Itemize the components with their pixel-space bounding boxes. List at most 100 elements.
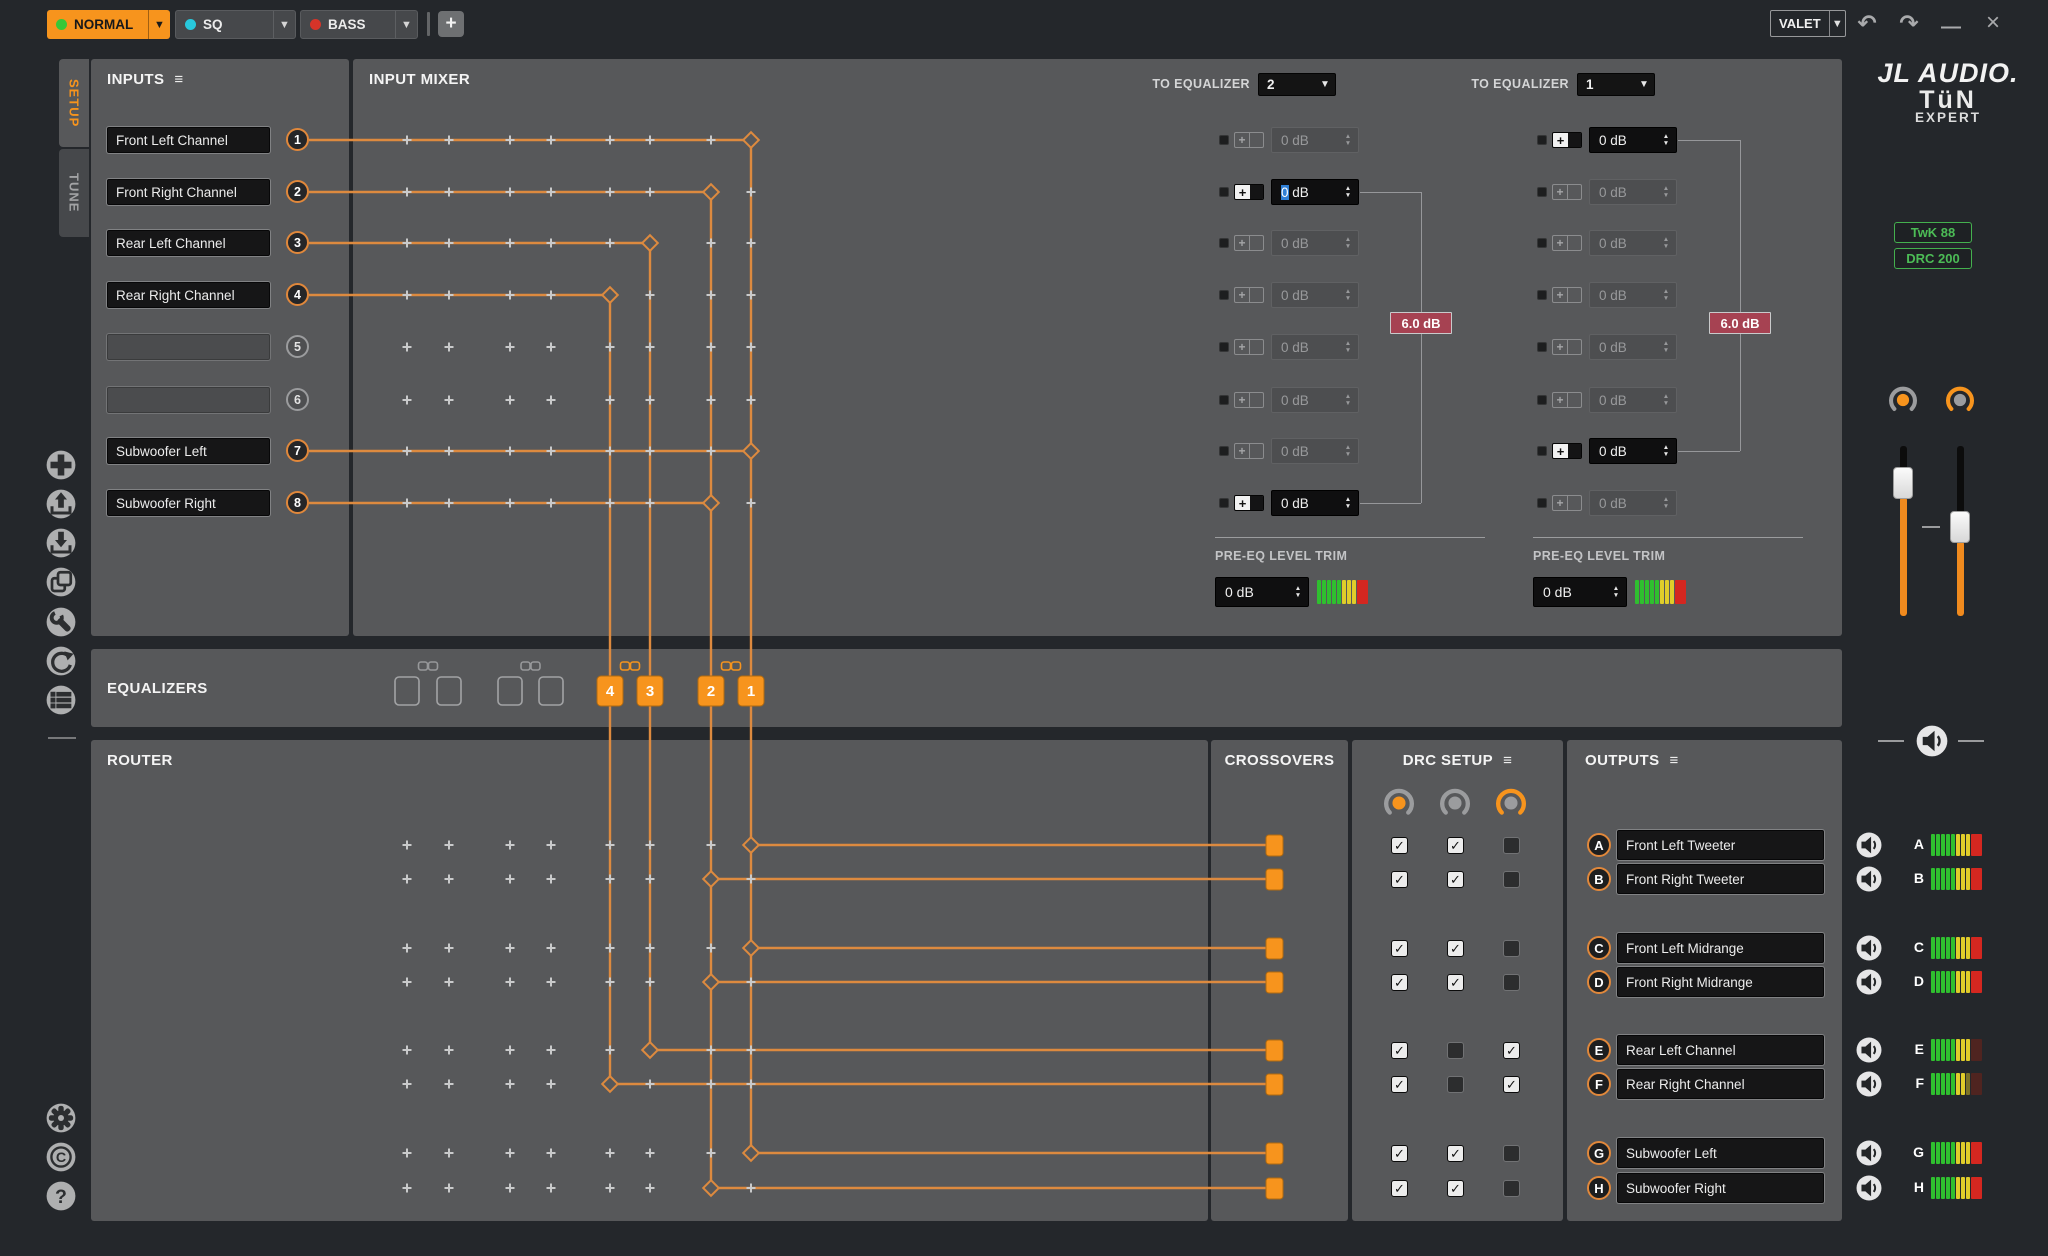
mixer-gain-spinner[interactable]: 0 dB ▲ ▼	[1271, 127, 1359, 153]
sum-gain-badge[interactable]: 6.0 dB	[1390, 312, 1452, 334]
mixer-gain-spinner[interactable]: 0 dB ▲ ▼	[1589, 179, 1677, 205]
output-letter-badge[interactable]: A	[1587, 833, 1611, 857]
mixer-mute-box[interactable]	[1219, 238, 1229, 248]
spinner-arrows-icon[interactable]: ▲ ▼	[1656, 236, 1676, 250]
mixer-gain-spinner[interactable]: 0 dB ▲ ▼	[1589, 438, 1677, 464]
input-name-field[interactable]: Rear Left Channel	[107, 230, 270, 256]
spinner-arrows-icon[interactable]: ▲ ▼	[1656, 496, 1676, 510]
output-letter-badge[interactable]: C	[1587, 936, 1611, 960]
spinner-arrows-icon[interactable]: ▲ ▼	[1288, 585, 1308, 599]
drc-checkbox[interactable]	[1503, 1145, 1520, 1162]
mixer-mute-box[interactable]	[1219, 446, 1229, 456]
copy-icon[interactable]	[46, 567, 76, 597]
output-mute-speaker-icon[interactable]	[1856, 969, 1882, 995]
polarity-toggle[interactable]: +	[1552, 235, 1582, 251]
spinner-arrows-icon[interactable]: ▲ ▼	[1656, 393, 1676, 407]
mixer-gain-spinner[interactable]: 0 dB ▲ ▼	[1589, 334, 1677, 360]
mixer-gain-spinner[interactable]: 0 dB ▲ ▼	[1589, 282, 1677, 308]
mixer-gain-spinner[interactable]: 0 dB ▲ ▼	[1271, 179, 1359, 205]
add-preset-button[interactable]: +	[438, 11, 464, 37]
outputs-menu-icon[interactable]: ≡	[1669, 752, 1678, 769]
mixer-mute-box[interactable]	[1219, 135, 1229, 145]
mixer-mute-box[interactable]	[1537, 290, 1547, 300]
mixer-mute-box[interactable]	[1219, 342, 1229, 352]
drc-checkbox[interactable]: ✓	[1391, 1076, 1408, 1093]
polarity-toggle[interactable]: +	[1234, 132, 1264, 148]
pre-eq-trim-spinner[interactable]: 0 dB ▲ ▼	[1215, 577, 1309, 607]
output-mute-speaker-icon[interactable]	[1856, 866, 1882, 892]
output-name-field[interactable]: Front Left Midrange	[1617, 933, 1824, 963]
drc-setup-menu-icon[interactable]: ≡	[1503, 752, 1512, 769]
mixer-gain-spinner[interactable]: 0 dB ▲ ▼	[1589, 490, 1677, 516]
mixer-mute-box[interactable]	[1537, 395, 1547, 405]
drc-checkbox[interactable]: ✓	[1447, 837, 1464, 854]
to-equalizer-select[interactable]: 1 ▼	[1577, 73, 1655, 96]
output-mute-speaker-icon[interactable]	[1856, 1140, 1882, 1166]
to-equalizer-select[interactable]: 2 ▼	[1258, 73, 1336, 96]
output-name-field[interactable]: Front Right Midrange	[1617, 967, 1824, 997]
input-number-badge[interactable]: 4	[286, 283, 309, 306]
drc-checkbox[interactable]: ✓	[1391, 837, 1408, 854]
mixer-gain-spinner[interactable]: 0 dB ▲ ▼	[1271, 438, 1359, 464]
chevron-down-icon[interactable]: ▼	[148, 10, 170, 39]
output-letter-badge[interactable]: B	[1587, 867, 1611, 891]
polarity-toggle[interactable]: +	[1234, 287, 1264, 303]
output-mute-speaker-icon[interactable]	[1856, 1071, 1882, 1097]
spinner-arrows-icon[interactable]: ▲ ▼	[1656, 185, 1676, 199]
mixer-mute-box[interactable]	[1219, 498, 1229, 508]
pre-eq-trim-spinner[interactable]: 0 dB ▲ ▼	[1533, 577, 1627, 607]
polarity-toggle[interactable]: +	[1552, 392, 1582, 408]
mixer-mute-box[interactable]	[1537, 446, 1547, 456]
drc-checkbox[interactable]: ✓	[1447, 1180, 1464, 1197]
settings-icon[interactable]	[46, 1103, 76, 1133]
input-number-badge[interactable]: 7	[286, 439, 309, 462]
drc-checkbox[interactable]: ✓	[1447, 1145, 1464, 1162]
volume-slider-handle[interactable]	[1893, 467, 1913, 499]
side-tab-setup[interactable]: SETUP	[59, 59, 89, 147]
output-letter-badge[interactable]: D	[1587, 970, 1611, 994]
drc-checkbox[interactable]: ✓	[1391, 1180, 1408, 1197]
help-icon[interactable]: ?	[46, 1181, 76, 1211]
output-mute-speaker-icon[interactable]	[1856, 1037, 1882, 1063]
spinner-arrows-icon[interactable]: ▲ ▼	[1656, 288, 1676, 302]
spinner-arrows-icon[interactable]: ▲ ▼	[1338, 444, 1358, 458]
input-name-field[interactable]: Subwoofer Right	[107, 490, 270, 516]
about-icon[interactable]: C	[46, 1142, 76, 1172]
load-from-device-icon[interactable]	[46, 489, 76, 519]
spinner-arrows-icon[interactable]: ▲ ▼	[1338, 185, 1358, 199]
restore-icon[interactable]	[46, 646, 76, 676]
input-name-field[interactable]: Rear Right Channel	[107, 282, 270, 308]
volume-slider-handle[interactable]	[1950, 511, 1970, 543]
chevron-down-icon[interactable]: ▼	[395, 11, 417, 38]
sum-gain-badge[interactable]: 6.0 dB	[1709, 312, 1771, 334]
inputs-menu-icon[interactable]: ≡	[174, 71, 183, 88]
output-name-field[interactable]: Subwoofer Right	[1617, 1173, 1824, 1203]
spinner-arrows-icon[interactable]: ▲ ▼	[1606, 585, 1626, 599]
drc-checkbox[interactable]	[1503, 837, 1520, 854]
spinner-arrows-icon[interactable]: ▲ ▼	[1338, 236, 1358, 250]
output-name-field[interactable]: Front Left Tweeter	[1617, 830, 1824, 860]
drc-checkbox[interactable]: ✓	[1503, 1076, 1520, 1093]
mixer-gain-spinner[interactable]: 0 dB ▲ ▼	[1271, 387, 1359, 413]
drc-checkbox[interactable]	[1503, 940, 1520, 957]
mixer-gain-spinner[interactable]: 0 dB ▲ ▼	[1589, 127, 1677, 153]
polarity-toggle[interactable]: +	[1234, 495, 1264, 511]
close-button[interactable]: ×	[1978, 10, 2008, 38]
polarity-toggle[interactable]: +	[1234, 184, 1264, 200]
drc-checkbox[interactable]: ✓	[1391, 1145, 1408, 1162]
drc-knob-icon[interactable]	[1496, 788, 1526, 818]
spinner-arrows-icon[interactable]: ▲ ▼	[1656, 340, 1676, 354]
chevron-down-icon[interactable]: ▼	[1828, 11, 1845, 36]
drc-checkbox[interactable]: ✓	[1503, 1042, 1520, 1059]
input-name-field[interactable]: Front Left Channel	[107, 127, 270, 153]
mixer-gain-spinner[interactable]: 0 dB ▲ ▼	[1271, 334, 1359, 360]
polarity-toggle[interactable]: +	[1552, 495, 1582, 511]
preset-tab-sq[interactable]: SQ ▼	[175, 10, 296, 39]
mixer-mute-box[interactable]	[1537, 342, 1547, 352]
drc-checkbox[interactable]	[1447, 1076, 1464, 1093]
mixer-gain-spinner[interactable]: 0 dB ▲ ▼	[1589, 387, 1677, 413]
mixer-gain-spinner[interactable]: 0 dB ▲ ▼	[1271, 230, 1359, 256]
drc-checkbox[interactable]	[1503, 1180, 1520, 1197]
spinner-arrows-icon[interactable]: ▲ ▼	[1338, 288, 1358, 302]
output-name-field[interactable]: Subwoofer Left	[1617, 1138, 1824, 1168]
